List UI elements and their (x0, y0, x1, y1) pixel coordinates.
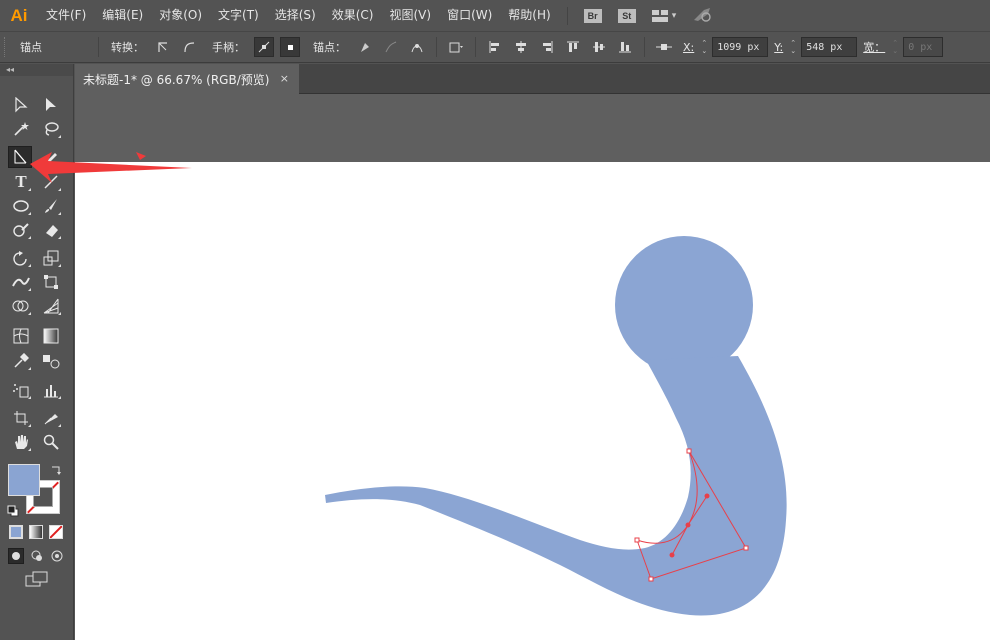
align-left-icon[interactable] (485, 37, 505, 57)
menu-help[interactable]: 帮助(H) (500, 0, 558, 31)
tool-paintbrush[interactable] (39, 195, 63, 217)
separator (644, 37, 645, 57)
menu-edit[interactable]: 编辑(E) (94, 0, 151, 31)
draw-normal-icon[interactable] (8, 548, 24, 564)
show-handles-icon[interactable] (254, 37, 274, 57)
tool-pencil[interactable] (39, 146, 63, 168)
fill-swatch[interactable] (8, 464, 40, 496)
document-tab[interactable]: 未标题-1* @ 66.67% (RGB/预览) × (75, 64, 299, 94)
separator (436, 37, 437, 57)
tool-zoom[interactable] (39, 431, 63, 453)
tool-artboard[interactable] (9, 407, 33, 429)
y-stepper-icon[interactable]: ⌃ ⌄ (787, 37, 799, 57)
tool-scale[interactable] (39, 247, 63, 269)
gradient-mode-icon[interactable] (29, 525, 43, 539)
draw-inside-icon[interactable] (49, 548, 65, 564)
align-center-icon[interactable] (511, 37, 531, 57)
x-label: X: (683, 40, 695, 54)
color-mode-icon[interactable] (9, 525, 23, 539)
menu-type[interactable]: 文字(T) (210, 0, 267, 31)
y-field[interactable]: 548 px (801, 37, 858, 57)
convert-to-corner-icon[interactable] (153, 37, 173, 57)
tool-type[interactable]: T (9, 171, 33, 193)
cut-path-icon[interactable] (407, 37, 427, 57)
swap-fill-stroke-icon[interactable] (50, 461, 62, 475)
tool-selection[interactable] (9, 94, 33, 116)
align-top-icon[interactable] (563, 37, 583, 57)
app-logo: Ai (10, 5, 28, 25)
isolate-object-icon[interactable] (446, 37, 466, 57)
tool-perspective-grid[interactable] (39, 295, 63, 317)
pasteboard[interactable] (75, 94, 990, 162)
tool-line-segment[interactable] (8, 146, 32, 168)
tool-line[interactable] (39, 171, 63, 193)
close-icon[interactable]: × (280, 72, 289, 85)
tool-direct-selection[interactable] (39, 94, 63, 116)
width-field[interactable]: 0 px (903, 37, 944, 57)
tool-ellipse[interactable] (9, 195, 33, 217)
separator (475, 37, 476, 57)
screen-mode-icon[interactable] (25, 571, 49, 589)
collapse-panel-icon[interactable]: ◂◂ (0, 64, 73, 76)
tool-free-transform[interactable] (39, 271, 63, 293)
tool-rotate[interactable] (9, 247, 33, 269)
tool-blend[interactable] (39, 350, 63, 372)
hide-handles-icon[interactable] (280, 37, 300, 57)
workspace-switcher-icon[interactable]: ▾ (651, 9, 676, 22)
gpu-performance-icon[interactable] (692, 6, 712, 25)
align-bottom-icon[interactable] (615, 37, 635, 57)
convert-to-smooth-icon[interactable] (179, 37, 199, 57)
align-middle-icon[interactable] (589, 37, 609, 57)
menu-view[interactable]: 视图(V) (381, 0, 439, 31)
default-colors-icon[interactable] (7, 502, 19, 517)
align-right-icon[interactable] (537, 37, 557, 57)
bridge-button[interactable]: Br (583, 8, 602, 23)
control-bar-grip[interactable] (4, 37, 8, 57)
remove-anchor-icon[interactable] (355, 37, 375, 57)
menu-object[interactable]: 对象(O) (151, 0, 210, 31)
menu-window[interactable]: 窗口(W) (439, 0, 500, 31)
y-label: Y: (774, 40, 784, 54)
width-stepper-icon[interactable]: ⌃ ⌄ (889, 37, 901, 57)
width-label: 宽： (863, 41, 886, 54)
stock-button[interactable]: St (617, 8, 636, 23)
tool-eyedropper[interactable] (9, 350, 33, 372)
document-tab-title: 未标题-1* @ 66.67% (RGB/预览) (83, 72, 270, 87)
draw-behind-icon[interactable] (29, 548, 45, 564)
context-label: 锚点 (20, 41, 42, 54)
menu-separator (566, 6, 568, 25)
document-tab-bar: 未标题-1* @ 66.67% (RGB/预览) × (75, 64, 990, 94)
tool-hand[interactable] (9, 431, 33, 453)
tool-shaper[interactable] (9, 219, 33, 241)
x-field[interactable]: 1099 px (712, 37, 769, 57)
convert-label: 转换： (111, 41, 144, 54)
control-bar: 锚点 转换： 手柄： 锚点： X: ⌃ ⌄ 1099 px Y: ⌃ ⌄ 548 p… (0, 31, 990, 63)
menu-file[interactable]: 文件(F) (38, 0, 94, 31)
menu-bar: Ai 文件(F) 编辑(E) 对象(O) 文字(T) 选择(S) 效果(C) 视… (0, 0, 990, 31)
tool-magic-wand[interactable] (9, 118, 33, 140)
anchors-label: 锚点： (313, 41, 346, 54)
connect-anchors-icon[interactable] (381, 37, 401, 57)
tool-symbol-sprayer[interactable] (9, 379, 33, 401)
none-mode-icon[interactable] (49, 525, 63, 539)
x-stepper-icon[interactable]: ⌃ ⌄ (698, 37, 710, 57)
handles-label: 手柄： (212, 41, 245, 54)
tool-width[interactable] (9, 271, 33, 293)
tool-gradient[interactable] (39, 325, 63, 347)
tool-slice[interactable] (39, 407, 63, 429)
reference-point-icon[interactable] (654, 37, 674, 57)
tool-lasso[interactable] (39, 118, 63, 140)
tool-column-graph[interactable] (39, 379, 63, 401)
tool-shape-builder[interactable] (9, 295, 33, 317)
separator (98, 37, 99, 57)
tool-eraser[interactable] (39, 219, 63, 241)
menu-select[interactable]: 选择(S) (267, 0, 324, 31)
artboard[interactable] (75, 162, 990, 640)
tool-mesh[interactable] (9, 325, 33, 347)
menu-effect[interactable]: 效果(C) (324, 0, 382, 31)
